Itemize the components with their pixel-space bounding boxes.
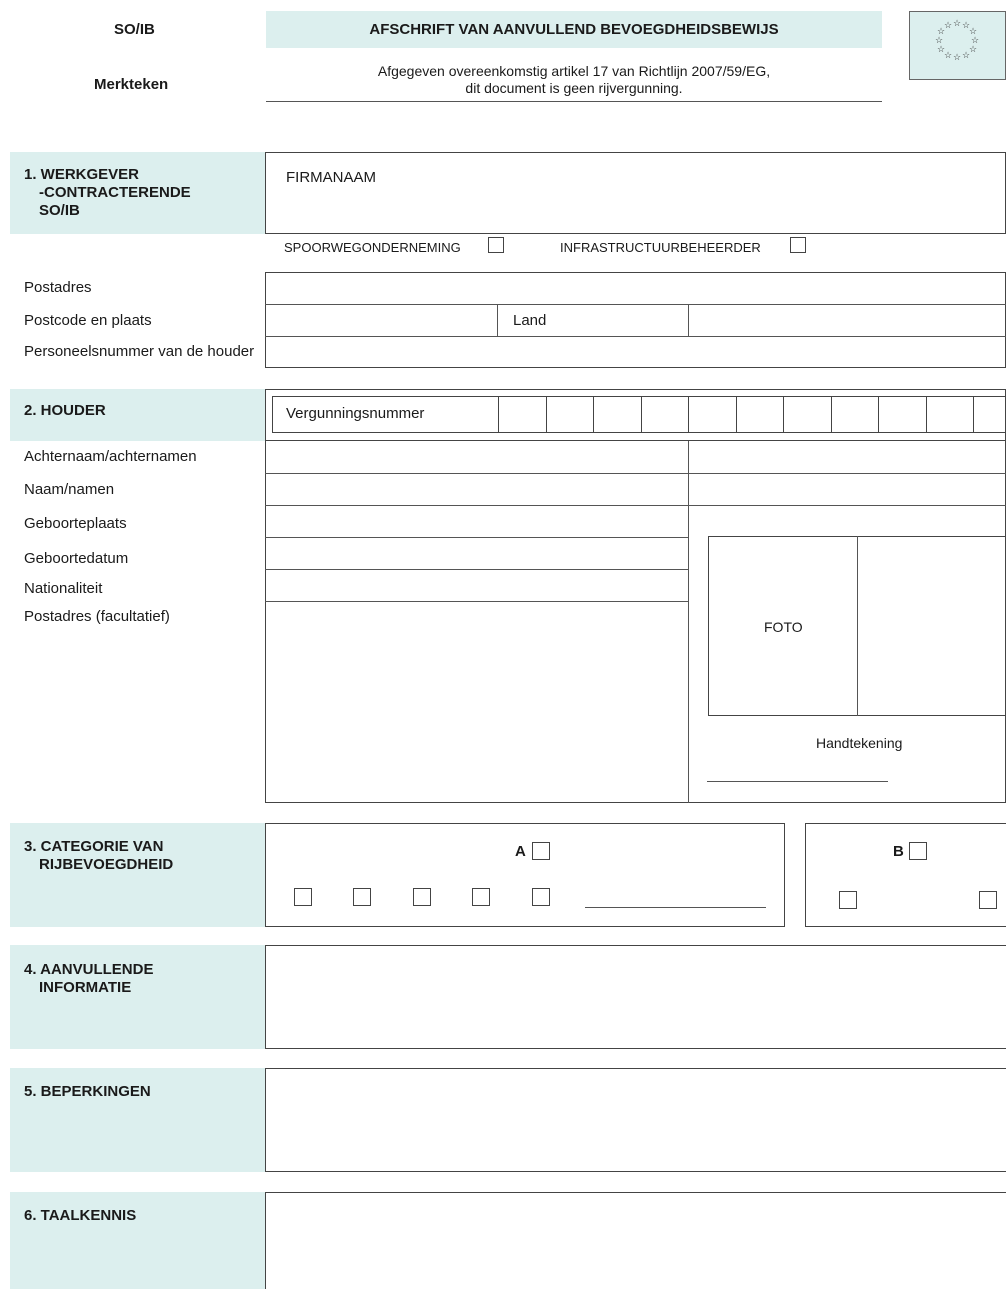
personnel-number-label: Personeelsnummer van de houder	[24, 343, 255, 360]
svg-text:☆: ☆	[953, 52, 961, 62]
photo-label: FOTO	[764, 619, 803, 635]
category-a-label: A	[515, 843, 526, 860]
license-number-cell[interactable]	[545, 396, 594, 433]
infrastructure-manager-label: INFRASTRUCTUURBEHEERDER	[560, 240, 761, 255]
section5-title: 5. BEPERKINGEN	[24, 1083, 151, 1100]
birthdate-input[interactable]	[266, 538, 688, 569]
svg-text:☆: ☆	[953, 18, 961, 28]
postcode-city-label: Postcode en plaats	[24, 312, 152, 329]
license-number-cell[interactable]	[878, 396, 926, 433]
subtitle-line-2: dit document is geen rijvergunning.	[465, 80, 683, 96]
category-a-checkbox[interactable]	[532, 842, 550, 860]
postal-optional-label: Postadres (facultatief)	[24, 608, 170, 625]
postcode-divider-1	[497, 304, 498, 336]
svg-text:☆: ☆	[935, 35, 943, 45]
birthdate-label: Geboortedatum	[24, 550, 129, 567]
section1-title-line2: -CONTRACTERENDE	[39, 184, 191, 201]
category-b-sub-checkbox-2[interactable]	[979, 891, 997, 909]
section1-title: 1. WERKGEVER -CONTRACTERENDE SO/IB	[24, 166, 191, 220]
section4-title-line2: INFORMATIE	[39, 979, 132, 996]
birthplace-label: Geboorteplaats	[24, 515, 127, 532]
license-number-cell[interactable]	[973, 396, 1006, 433]
country-input[interactable]	[689, 305, 1005, 336]
signature-label: Handtekening	[816, 735, 903, 751]
mark-label: Merkteken	[94, 76, 169, 93]
category-a-sub-checkbox-4[interactable]	[472, 888, 490, 906]
document-title: AFSCHRIFT VAN AANVULLEND BEVOEGDHEIDSBEW…	[369, 21, 779, 38]
postcode-city-input[interactable]	[266, 305, 497, 336]
surname-label: Achternaam/achternamen	[24, 448, 197, 465]
section4-title: 4. AANVULLENDE INFORMATIE	[24, 961, 153, 997]
railway-undertaking-label: SPOORWEGONDERNEMING	[284, 240, 461, 255]
restrictions-field[interactable]	[265, 1068, 1006, 1172]
license-number-cell[interactable]	[593, 396, 641, 433]
svg-text:☆: ☆	[962, 50, 970, 60]
railway-undertaking-checkbox[interactable]	[488, 237, 504, 253]
svg-text:☆: ☆	[969, 44, 977, 54]
svg-text:☆: ☆	[944, 50, 952, 60]
category-a-other-line[interactable]	[585, 907, 766, 908]
category-a-sub-checkbox-3[interactable]	[413, 888, 431, 906]
category-a-sub-checkbox-2[interactable]	[353, 888, 371, 906]
section2-title: 2. HOUDER	[24, 402, 106, 419]
category-b-checkbox[interactable]	[909, 842, 927, 860]
category-b-sub-checkbox-1[interactable]	[839, 891, 857, 909]
additional-info-field[interactable]	[265, 945, 1006, 1049]
license-number-label: Vergunningsnummer	[286, 405, 425, 422]
section1-title-line1: 1. WERKGEVER	[24, 166, 140, 183]
category-a-sub-checkbox-5[interactable]	[532, 888, 550, 906]
postal-optional-input[interactable]	[266, 602, 688, 802]
section3-title-line2: RIJBEVOEGDHEID	[39, 856, 174, 873]
postal-address-input[interactable]	[266, 273, 1005, 304]
nationality-label: Nationaliteit	[24, 580, 103, 597]
subtitle-rule	[266, 101, 882, 102]
issuer-label: SO/IB	[114, 21, 155, 38]
names-label: Naam/namen	[24, 481, 115, 498]
photo-divider	[857, 536, 858, 716]
holder-center-divider	[688, 441, 689, 803]
postal-address-label: Postadres	[24, 279, 92, 296]
names-input[interactable]	[266, 474, 688, 505]
section4-title-line1: 4. AANVULLENDE	[24, 961, 154, 978]
license-number-cell[interactable]	[925, 396, 974, 433]
eu-stars-icon: ☆ ☆ ☆ ☆ ☆ ☆ ☆ ☆ ☆ ☆ ☆ ☆	[909, 11, 1006, 80]
license-number-cell[interactable]	[640, 396, 689, 433]
svg-text:☆: ☆	[944, 20, 952, 30]
country-label: Land	[513, 312, 547, 329]
nationality-input[interactable]	[266, 570, 688, 601]
company-name-field[interactable]	[265, 152, 1006, 234]
subtitle-line-1: Afgegeven overeenkomstig artikel 17 van …	[377, 63, 771, 79]
category-b-label: B	[893, 843, 904, 860]
section1-title-line3: SO/IB	[39, 202, 80, 219]
personnel-number-input[interactable]	[266, 337, 1005, 367]
signature-line[interactable]	[707, 781, 888, 782]
section3-title: 3. CATEGORIE VAN RIJBEVOEGDHEID	[24, 838, 173, 874]
section3-title-line1: 3. CATEGORIE VAN	[24, 838, 164, 855]
license-number-cell[interactable]	[735, 396, 784, 433]
category-b-box	[805, 823, 1006, 927]
license-number-cell[interactable]	[688, 396, 736, 433]
category-a-sub-checkbox-1[interactable]	[294, 888, 312, 906]
license-number-cell[interactable]	[498, 396, 546, 433]
section6-title: 6. TAALKENNIS	[24, 1207, 137, 1224]
category-a-box	[265, 823, 785, 927]
license-number-cell[interactable]	[830, 396, 879, 433]
license-number-cell[interactable]	[783, 396, 831, 433]
svg-text:☆: ☆	[937, 44, 945, 54]
infrastructure-manager-checkbox[interactable]	[790, 237, 806, 253]
company-name-label: FIRMANAAM	[286, 169, 376, 186]
language-knowledge-field[interactable]	[265, 1192, 1006, 1289]
surname-input[interactable]	[266, 442, 688, 473]
birthplace-input[interactable]	[266, 506, 688, 537]
